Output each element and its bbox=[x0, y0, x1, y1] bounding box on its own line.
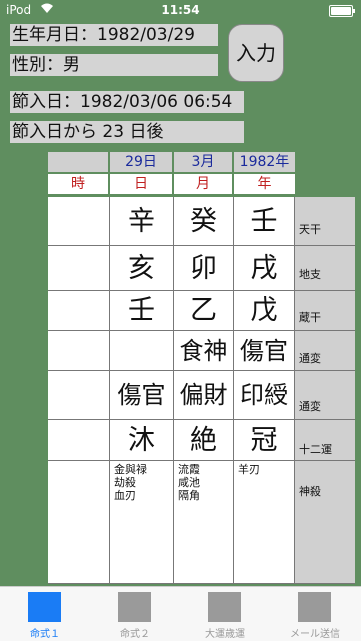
year-juniun: 冠 bbox=[234, 420, 295, 461]
status-bar: iPod 11:54 bbox=[0, 0, 361, 20]
header-year-value: 1982年 bbox=[234, 152, 295, 172]
month-tsuhen1: 食神 bbox=[174, 331, 234, 371]
shinsatsu-item: 隔角 bbox=[178, 489, 200, 502]
year-tenkan: 壬 bbox=[234, 197, 295, 246]
day-tenkan: 辛 bbox=[110, 197, 174, 246]
header-time-label: 時 bbox=[48, 174, 108, 194]
tab-label: 大運歳運 bbox=[205, 629, 245, 640]
row-label-zoukan: 蔵干 bbox=[295, 291, 355, 331]
shinsatsu-item: 血刃 bbox=[114, 489, 136, 502]
header-month-label: 月 bbox=[174, 174, 232, 194]
day-tsuhen1 bbox=[110, 331, 174, 371]
header-blank bbox=[48, 152, 108, 172]
tab-square-icon bbox=[28, 592, 61, 622]
row-label-tsuhen2: 通変 bbox=[295, 371, 355, 420]
tab-square-icon bbox=[118, 592, 151, 622]
birth-date: 生年月日：1982/03/29 bbox=[10, 24, 218, 46]
header-year-label: 年 bbox=[234, 174, 295, 194]
time-shinsatsu bbox=[48, 461, 110, 584]
row-label-tenkan: 天干 bbox=[295, 197, 355, 246]
shinsatsu-item: 羊刃 bbox=[238, 463, 260, 476]
day-zoukan: 壬 bbox=[110, 291, 174, 331]
year-shinsatsu: 羊刃 bbox=[234, 461, 295, 584]
row-label-shinsatsu: 神殺 bbox=[295, 461, 355, 584]
meishiki-grid: 辛 癸 壬 亥 卯 戌 壬 乙 戊 食神 傷官 傷官 偏財 印綬 沐 絶 冠 金… bbox=[48, 197, 295, 584]
row-label-juniun: 十二運 bbox=[295, 420, 355, 461]
year-tsuhen2: 印綬 bbox=[234, 371, 295, 420]
month-tsuhen2: 偏財 bbox=[174, 371, 234, 420]
tab-label: メール送信 bbox=[290, 629, 340, 640]
header-day-value: 29日 bbox=[110, 152, 172, 172]
tab-taiun[interactable]: 大運歳運 bbox=[180, 587, 270, 641]
tab-meishiki2[interactable]: 命式２ bbox=[90, 587, 180, 641]
row-label-tsuhen1: 通変 bbox=[295, 331, 355, 371]
time-tsuhen1 bbox=[48, 331, 110, 371]
tab-square-icon bbox=[298, 592, 331, 622]
header-day-label: 日 bbox=[110, 174, 172, 194]
day-shinsatsu: 金與禄 劫殺 血刃 bbox=[110, 461, 174, 584]
shinsatsu-item: 咸池 bbox=[178, 476, 200, 489]
time-tenkan bbox=[48, 197, 110, 246]
year-tsuhen1: 傷官 bbox=[234, 331, 295, 371]
tab-label: 命式１ bbox=[30, 629, 60, 640]
shinsatsu-item: 流霞 bbox=[178, 463, 200, 476]
day-chishi: 亥 bbox=[110, 246, 174, 291]
tab-mail[interactable]: メール送信 bbox=[270, 587, 360, 641]
shinsatsu-item: 劫殺 bbox=[114, 476, 136, 489]
time-zoukan bbox=[48, 291, 110, 331]
year-zoukan: 戊 bbox=[234, 291, 295, 331]
tab-meishiki1[interactable]: 命式１ bbox=[0, 587, 90, 641]
battery-icon bbox=[329, 5, 355, 17]
tab-square-icon bbox=[208, 592, 241, 622]
header-month-value: 3月 bbox=[174, 152, 232, 172]
month-juniun: 絶 bbox=[174, 420, 234, 461]
tab-label: 命式２ bbox=[120, 629, 150, 640]
clock: 11:54 bbox=[161, 3, 200, 17]
gender: 性別：男 bbox=[10, 54, 218, 76]
month-tenkan: 癸 bbox=[174, 197, 234, 246]
row-label-chishi: 地支 bbox=[295, 246, 355, 291]
month-zoukan: 乙 bbox=[174, 291, 234, 331]
shinsatsu-item: 金與禄 bbox=[114, 463, 147, 476]
day-tsuhen2: 傷官 bbox=[110, 371, 174, 420]
time-tsuhen2 bbox=[48, 371, 110, 420]
month-shinsatsu: 流霞 咸池 隔角 bbox=[174, 461, 234, 584]
setsu-after: 節入日から 23 日後 bbox=[10, 121, 244, 143]
tab-bar: 命式１ 命式２ 大運歳運 メール送信 bbox=[0, 586, 361, 641]
month-chishi: 卯 bbox=[174, 246, 234, 291]
input-button[interactable]: 入力 bbox=[228, 24, 284, 82]
setsu-date: 節入日：1982/03/06 06:54 bbox=[10, 91, 244, 113]
day-juniun: 沐 bbox=[110, 420, 174, 461]
time-chishi bbox=[48, 246, 110, 291]
time-juniun bbox=[48, 420, 110, 461]
year-chishi: 戌 bbox=[234, 246, 295, 291]
